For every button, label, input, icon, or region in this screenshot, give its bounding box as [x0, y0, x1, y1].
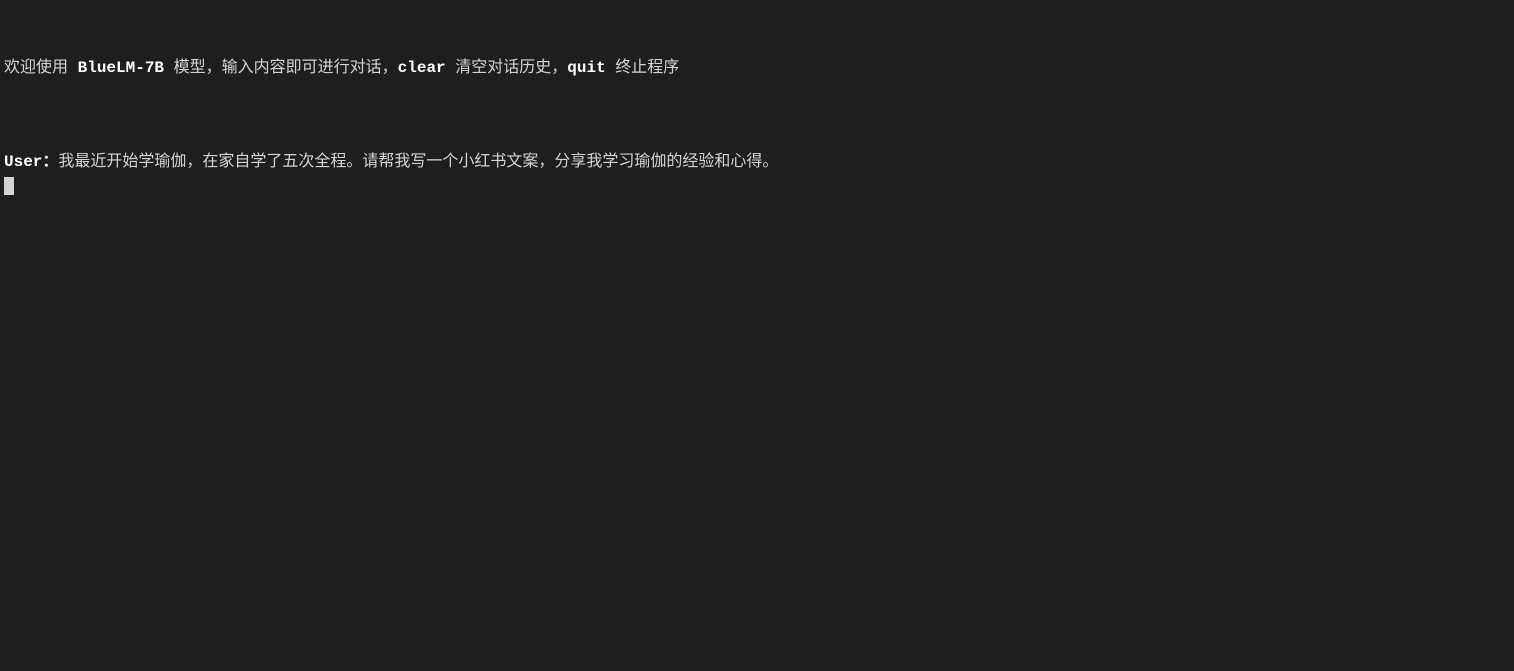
welcome-message: 欢迎使用 BlueLM-7B 模型，输入内容即可进行对话，clear 清空对话历…: [4, 56, 1510, 80]
welcome-text-1: 欢迎使用: [4, 59, 78, 77]
terminal-output[interactable]: 欢迎使用 BlueLM-7B 模型，输入内容即可进行对话，clear 清空对话历…: [4, 8, 1510, 198]
quit-command: quit: [567, 59, 605, 77]
welcome-text-2: 模型，输入内容即可进行对话，: [164, 59, 398, 77]
user-prompt-line: User：我最近开始学瑜伽，在家自学了五次全程。请帮我写一个小红书文案，分享我学…: [4, 150, 1510, 174]
welcome-text-3: 清空对话历史，: [446, 59, 568, 77]
user-prompt-label: User：: [4, 153, 58, 171]
terminal-cursor: [4, 177, 14, 195]
clear-command: clear: [398, 59, 446, 77]
model-name: BlueLM-7B: [78, 59, 164, 77]
welcome-text-4: 终止程序: [606, 59, 680, 77]
user-input-text: 我最近开始学瑜伽，在家自学了五次全程。请帮我写一个小红书文案，分享我学习瑜伽的经…: [58, 153, 778, 171]
